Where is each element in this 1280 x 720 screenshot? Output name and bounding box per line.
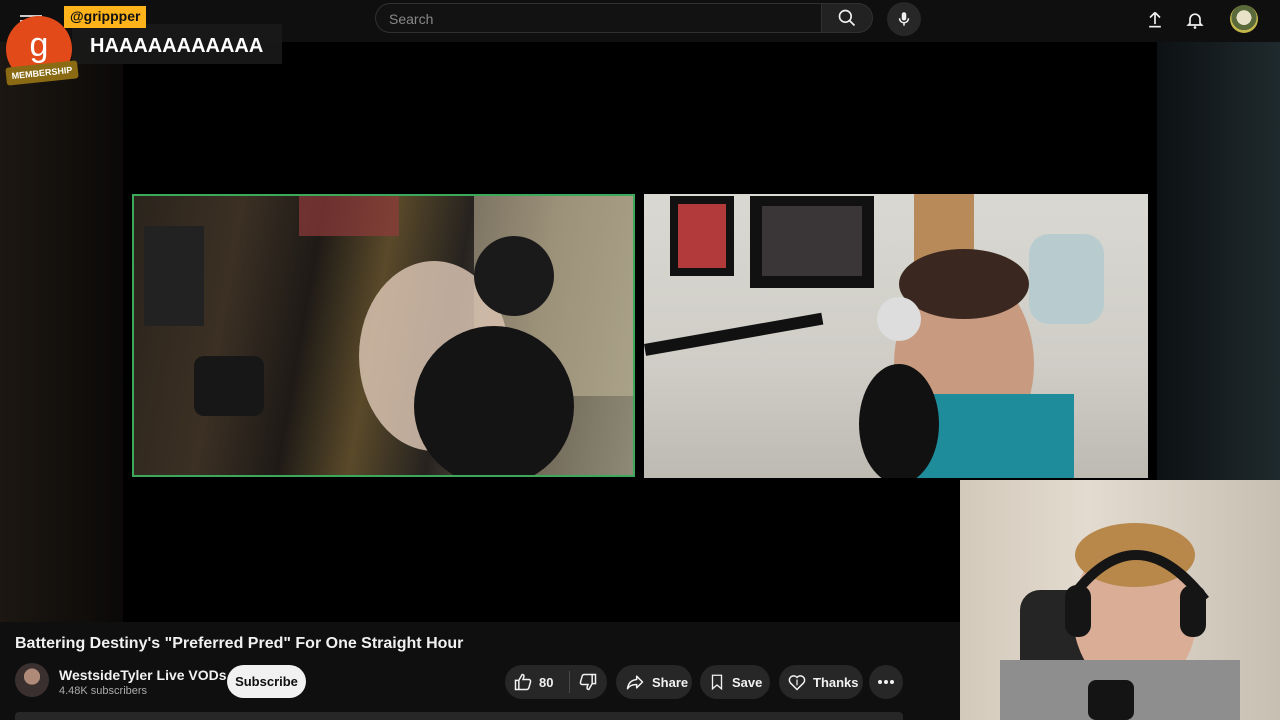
chat-username: @grippper — [64, 6, 147, 28]
share-label: Share — [652, 674, 689, 690]
stream-camera-left — [132, 194, 635, 477]
chat-message: HAAAAAAAAAAA — [90, 35, 264, 57]
description-box-edge — [15, 712, 903, 720]
subscriber-count: 4.48K subscribers — [59, 685, 148, 697]
thumbs-up-icon — [514, 673, 532, 691]
dislike-button[interactable] — [570, 672, 607, 692]
thanks-label: Thanks — [813, 674, 859, 690]
like-button[interactable]: 80 — [505, 672, 569, 692]
streamer-webcam — [960, 480, 1280, 720]
upload-icon — [1149, 11, 1161, 28]
save-button[interactable]: Save — [700, 665, 770, 699]
account-avatar[interactable] — [1230, 5, 1258, 33]
channel-avatar[interactable] — [15, 663, 49, 697]
mic-icon — [898, 12, 910, 26]
video-edge-left — [0, 42, 123, 622]
like-dislike-group: 80 — [505, 665, 607, 699]
heart-dollar-icon — [788, 675, 806, 691]
search-input[interactable]: Search — [375, 3, 821, 33]
save-label: Save — [732, 674, 763, 690]
chat-overlay: @grippper g MEMBERSHIP HAAAAAAAAAAA — [0, 2, 282, 86]
share-arrow-icon — [626, 675, 644, 690]
voice-search-button[interactable] — [887, 2, 921, 36]
video-edge-right — [1157, 42, 1280, 482]
notifications-button[interactable] — [1183, 8, 1207, 32]
bookmark-icon — [711, 674, 723, 691]
like-count: 80 — [539, 674, 554, 690]
search-button[interactable] — [821, 3, 873, 33]
bell-icon — [1186, 13, 1204, 29]
thumbs-down-icon — [580, 673, 597, 691]
stream-camera-right — [644, 194, 1148, 478]
thanks-button[interactable]: Thanks — [779, 665, 863, 699]
more-horizontal-icon — [878, 680, 894, 684]
search-icon — [838, 9, 856, 27]
subscribe-button[interactable]: Subscribe — [227, 665, 306, 698]
more-actions-button[interactable] — [869, 665, 903, 699]
channel-name[interactable]: WestsideTyler Live VODs — [59, 667, 227, 683]
share-button[interactable]: Share — [616, 665, 692, 699]
video-title: Battering Destiny's "Preferred Pred" For… — [15, 635, 464, 652]
upload-button[interactable] — [1143, 8, 1167, 32]
